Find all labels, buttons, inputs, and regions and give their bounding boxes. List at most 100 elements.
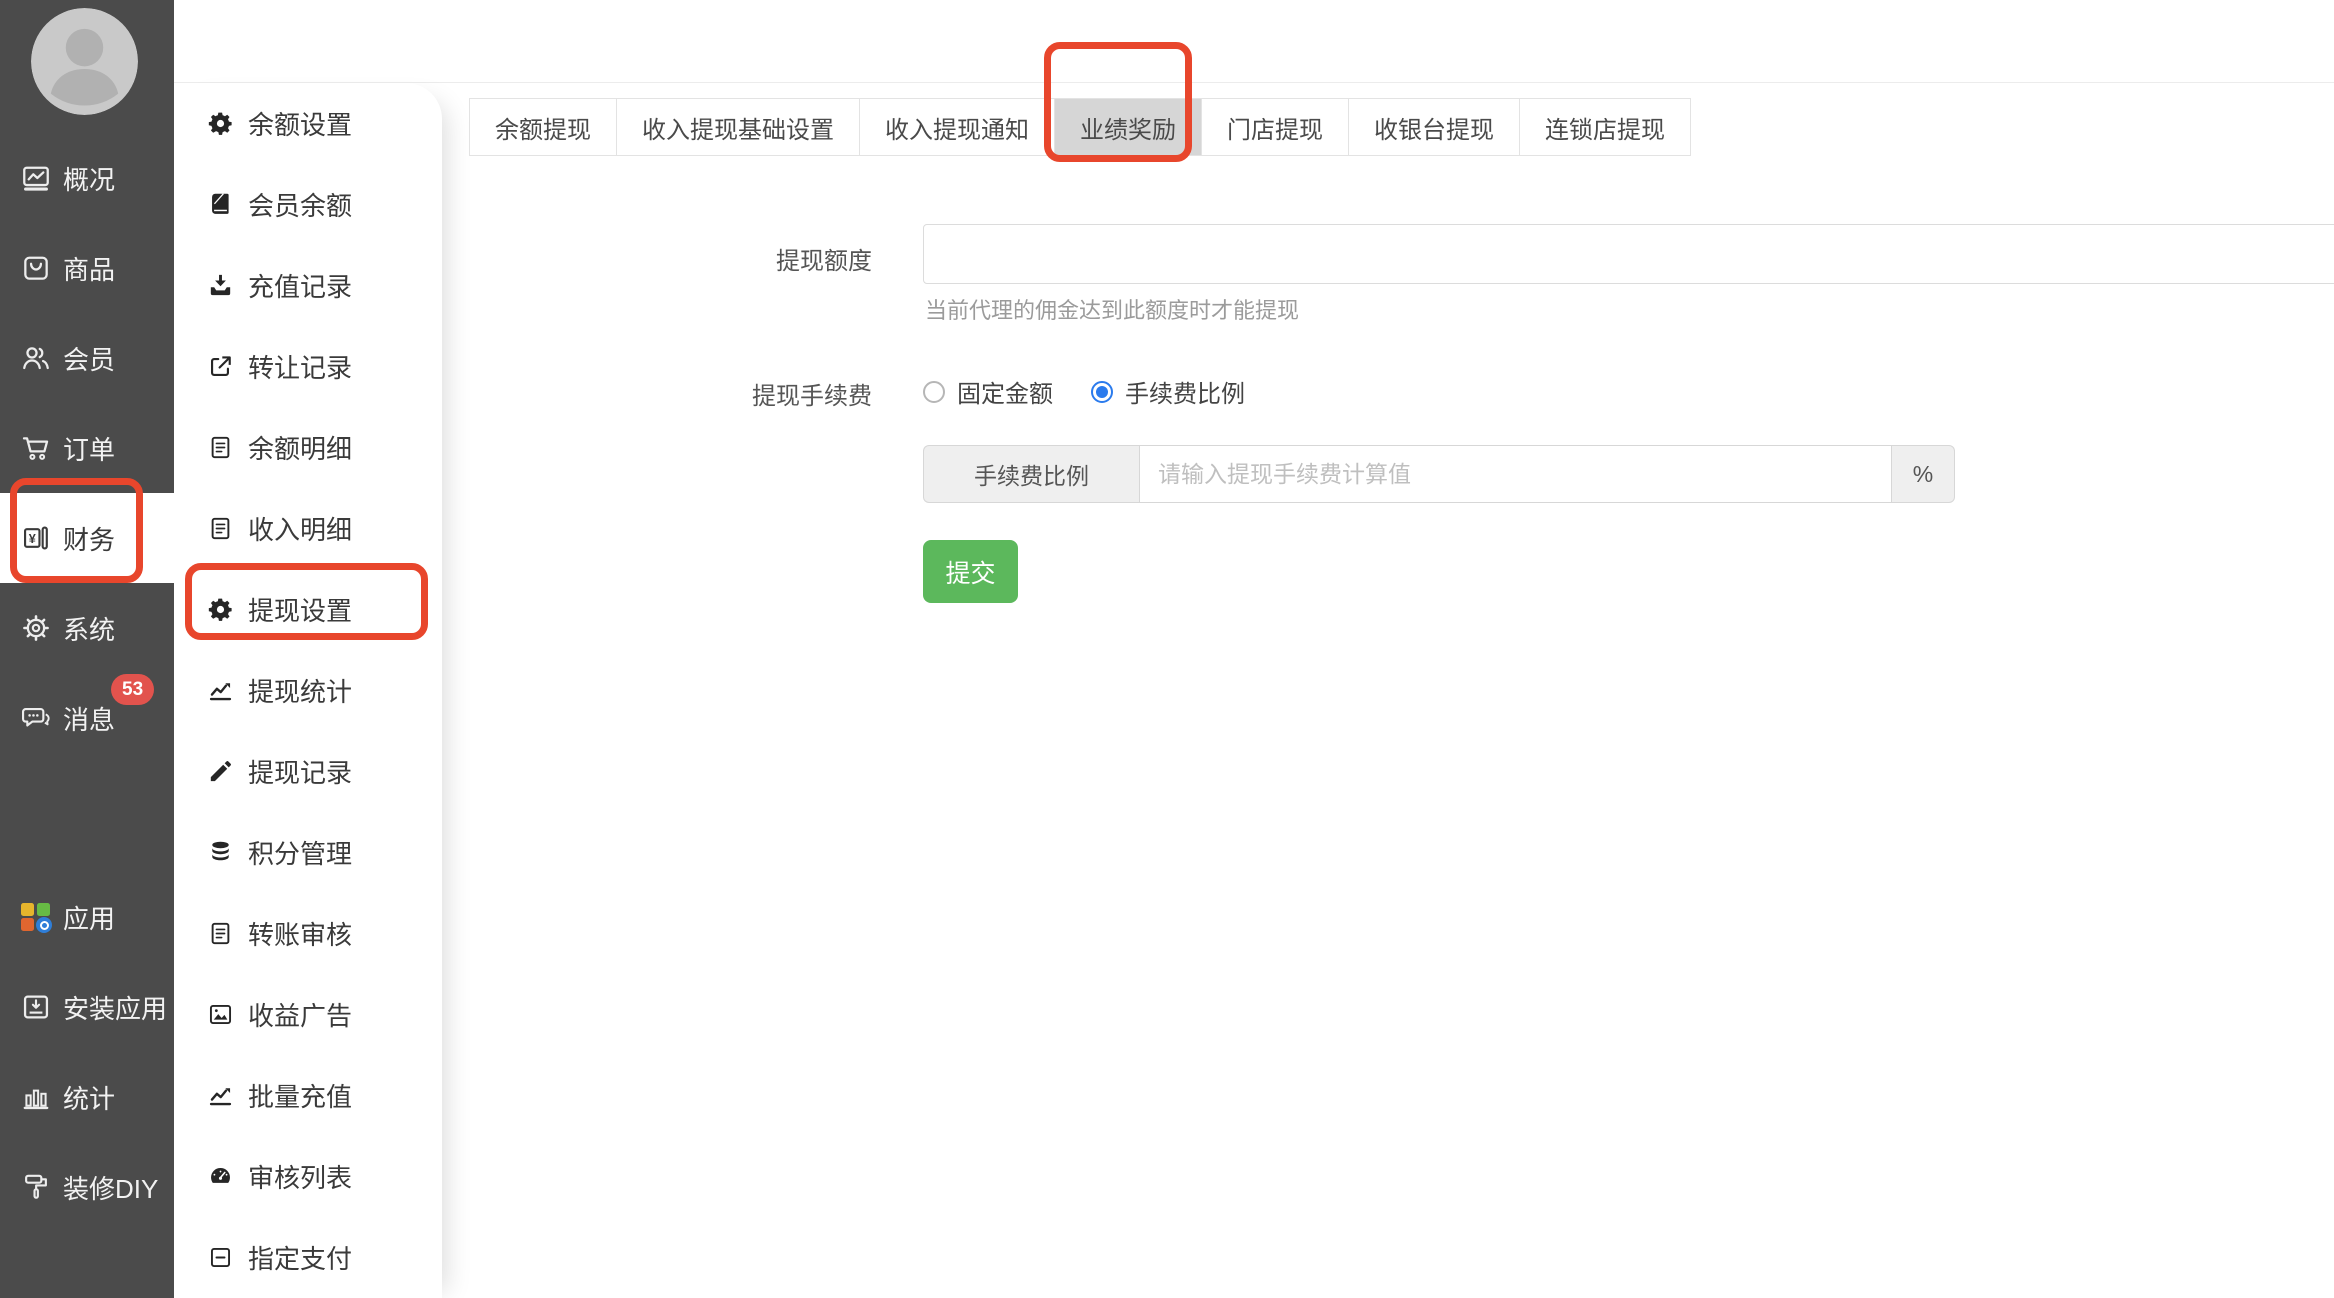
tab-balance-withdraw[interactable]: 余额提现 [469, 98, 617, 156]
menu-item-review-list[interactable]: 审核列表 [174, 1136, 442, 1217]
menu-item-label: 收入明细 [248, 515, 353, 545]
primary-nav-bottom: 应用 安装应用 统计 装修DIY [0, 872, 174, 1232]
database-icon [207, 839, 234, 866]
pencil-icon [207, 758, 234, 785]
menu-item-label: 审核列表 [248, 1163, 353, 1193]
book-icon [207, 191, 234, 218]
submit-button[interactable]: 提交 [923, 540, 1018, 603]
menu-item-income-details[interactable]: 收入明细 [174, 488, 442, 569]
gear-icon [207, 596, 234, 623]
menu-item-withdraw-settings[interactable]: 提现设置 [174, 569, 442, 650]
withdraw-quota-label: 提现额度 [776, 248, 872, 275]
primary-sidebar: 概况 商品 会员 订单 财务 系统 消息 53 应用 安装应用 统计 装修DIY [0, 0, 174, 1298]
menu-item-transfer-records[interactable]: 转让记录 [174, 326, 442, 407]
sidebar-item-label: 安装应用 [63, 993, 168, 1024]
menu-item-batch-recharge[interactable]: 批量充值 [174, 1055, 442, 1136]
document-icon [207, 920, 234, 947]
primary-nav-top: 概况 商品 会员 订单 财务 系统 消息 53 [0, 133, 174, 763]
menu-item-label: 充值记录 [248, 272, 353, 302]
sidebar-item-overview[interactable]: 概况 [0, 133, 174, 223]
menu-item-label: 批量充值 [248, 1082, 353, 1112]
menu-item-member-balance[interactable]: 会员余额 [174, 164, 442, 245]
overview-monitor-icon [20, 162, 52, 194]
sidebar-item-install-apps[interactable]: 安装应用 [0, 962, 174, 1052]
withdraw-settings-tabbar: 余额提现 收入提现基础设置 收入提现通知 业绩奖励 门店提现 收银台提现 连锁店… [469, 98, 1691, 156]
menu-item-balance-settings[interactable]: 余额设置 [174, 83, 442, 164]
withdraw-quota-input[interactable] [923, 224, 2334, 284]
fee-rate-input[interactable] [1139, 445, 1892, 503]
external-link-icon [207, 353, 234, 380]
radio-circle-checked-icon [1091, 380, 1113, 403]
fixed-amount-radio[interactable]: 固定金额 [923, 374, 1053, 409]
sidebar-item-label: 概况 [63, 164, 116, 195]
menu-item-label: 提现记录 [248, 758, 353, 788]
sidebar-item-label: 消息 [63, 704, 116, 735]
tab-store-withdraw[interactable]: 门店提现 [1202, 98, 1349, 156]
tab-income-withdraw-basic-settings[interactable]: 收入提现基础设置 [617, 98, 860, 156]
sidebar-item-label: 系统 [63, 614, 116, 645]
menu-item-withdraw-statistics[interactable]: 提现统计 [174, 650, 442, 731]
withdraw-fee-label: 提现手续费 [752, 383, 872, 410]
sidebar-item-label: 统计 [63, 1083, 116, 1114]
goods-bag-icon [20, 252, 52, 284]
menu-item-label: 余额明细 [248, 434, 353, 464]
secondary-sidebar: 余额设置 会员余额 充值记录 转让记录 余额明细 收入明细 提现设置 提现统计 … [174, 83, 442, 1298]
menu-item-recharge-records[interactable]: 充值记录 [174, 245, 442, 326]
menu-item-label: 转账审核 [248, 920, 353, 950]
sidebar-item-apps[interactable]: 应用 [0, 872, 174, 962]
radio-circle-icon [923, 380, 945, 403]
orders-cart-icon [20, 432, 52, 464]
menu-item-transfer-review[interactable]: 转账审核 [174, 893, 442, 974]
sidebar-item-finance[interactable]: 财务 [0, 493, 174, 583]
sidebar-item-label: 应用 [63, 903, 116, 934]
sidebar-item-messages[interactable]: 消息 53 [0, 673, 174, 763]
sidebar-item-label: 订单 [63, 434, 116, 465]
chart-line-icon [207, 1082, 234, 1109]
fee-rate-addon-label: 手续费比例 [923, 445, 1139, 503]
tab-chain-store-withdraw[interactable]: 连锁店提现 [1520, 98, 1691, 156]
menu-item-label: 收益广告 [248, 1001, 353, 1031]
menu-item-label: 指定支付 [248, 1244, 353, 1274]
menu-item-label: 转让记录 [248, 353, 353, 383]
sidebar-item-decorate-diy[interactable]: 装修DIY [0, 1142, 174, 1232]
withdraw-quota-help-text: 当前代理的佣金达到此额度时才能提现 [925, 298, 1300, 323]
sidebar-item-label: 装修DIY [63, 1173, 159, 1204]
menu-item-balance-details[interactable]: 余额明细 [174, 407, 442, 488]
stats-bars-icon [20, 1081, 52, 1113]
sidebar-item-label: 财务 [63, 524, 116, 555]
menu-item-designated-payment[interactable]: 指定支付 [174, 1217, 442, 1298]
sidebar-item-label: 商品 [63, 254, 116, 285]
finance-wallet-icon [20, 522, 52, 554]
document-icon [207, 434, 234, 461]
avatar[interactable] [31, 8, 138, 115]
document-icon [207, 515, 234, 542]
sidebar-item-orders[interactable]: 订单 [0, 403, 174, 493]
sidebar-item-goods[interactable]: 商品 [0, 223, 174, 313]
decorate-roller-icon [20, 1171, 52, 1203]
menu-item-revenue-ads[interactable]: 收益广告 [174, 974, 442, 1055]
install-app-icon [20, 991, 52, 1023]
members-users-icon [20, 342, 52, 374]
sidebar-item-statistics[interactable]: 统计 [0, 1052, 174, 1142]
tab-income-withdraw-notice[interactable]: 收入提现通知 [860, 98, 1055, 156]
messages-chat-icon [20, 702, 52, 734]
fee-rate-radio[interactable]: 手续费比例 [1091, 374, 1245, 409]
download-icon [207, 272, 234, 299]
header-separator [174, 82, 2334, 83]
chart-line-icon [207, 677, 234, 704]
sidebar-item-members[interactable]: 会员 [0, 313, 174, 403]
menu-item-withdraw-records[interactable]: 提现记录 [174, 731, 442, 812]
sidebar-item-system[interactable]: 系统 [0, 583, 174, 673]
tab-cashier-withdraw[interactable]: 收银台提现 [1349, 98, 1520, 156]
dashboard-icon [207, 1163, 234, 1190]
menu-item-points-management[interactable]: 积分管理 [174, 812, 442, 893]
image-icon [207, 1001, 234, 1028]
radio-label: 手续费比例 [1125, 381, 1245, 408]
menu-item-label: 积分管理 [248, 839, 353, 869]
menu-item-label: 提现设置 [248, 596, 353, 626]
tab-performance-reward[interactable]: 业绩奖励 [1055, 98, 1202, 156]
fee-rate-input-group: 手续费比例 % [923, 445, 1955, 503]
system-gear-icon [20, 612, 52, 644]
messages-unread-badge: 53 [111, 674, 155, 705]
radio-label: 固定金额 [957, 381, 1053, 408]
